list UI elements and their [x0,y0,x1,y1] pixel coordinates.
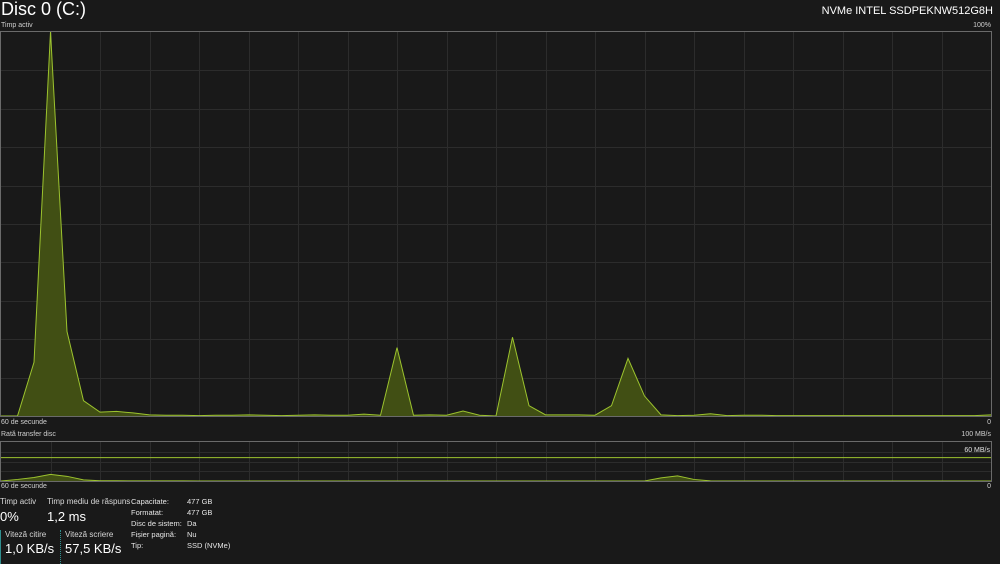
active-chart-time-label: 60 de secunde [1,419,47,426]
write-speed-label: Viteză scriere [65,530,114,539]
active-time-label: Timp activ [0,497,37,506]
prop-page-file-label: Fișier pagină: [131,530,177,539]
header: Disc 0 (C:) NVMe INTEL SSDPEKNW512G8H [0,0,1000,22]
read-speed-value: 1,0 KB/s [5,541,55,556]
active-chart-label: Timp activ [1,22,33,29]
read-speed-label: Viteză citire [5,530,47,539]
transfer-chart-label: Rată transfer disc [1,431,56,438]
active-time-chart [0,31,992,417]
prop-formatted-value: 477 GB [187,508,213,517]
prop-type-label: Tip: [131,541,144,550]
transfer-chart-max-label: 100 MB/s [961,431,991,438]
active-chart-max-label: 100% [973,22,991,29]
avg-response-label: Timp mediu de răspuns [47,497,131,506]
prop-type-value: SSD (NVMe) [187,541,231,550]
transfer-rate-chart: 60 MB/s [0,441,992,482]
write-speed-indicator [60,530,61,564]
active-time-chart-svg [1,32,991,416]
transfer-rate-chart-svg [1,442,991,481]
read-speed-indicator [0,530,1,564]
prop-capacity-value: 477 GB [187,497,213,506]
active-time-value: 0% [0,509,19,524]
transfer-chart-min-label: 0 [987,483,991,490]
avg-response-value: 1,2 ms [47,509,87,524]
disk-model: NVMe INTEL SSDPEKNW512G8H [821,5,993,17]
transfer-line-label: 60 MB/s [964,447,990,454]
prop-page-file-value: Nu [187,530,197,539]
active-chart-min-label: 0 [987,419,991,426]
write-speed-value: 57,5 KB/s [65,541,122,556]
page-title: Disc 0 (C:) [1,0,86,19]
prop-system-disk-label: Disc de sistem: [131,519,182,528]
prop-capacity-label: Capacitate: [131,497,169,506]
prop-formatted-label: Formatat: [131,508,164,517]
transfer-chart-time-label: 60 de secunde [1,483,47,490]
prop-system-disk-value: Da [187,519,197,528]
